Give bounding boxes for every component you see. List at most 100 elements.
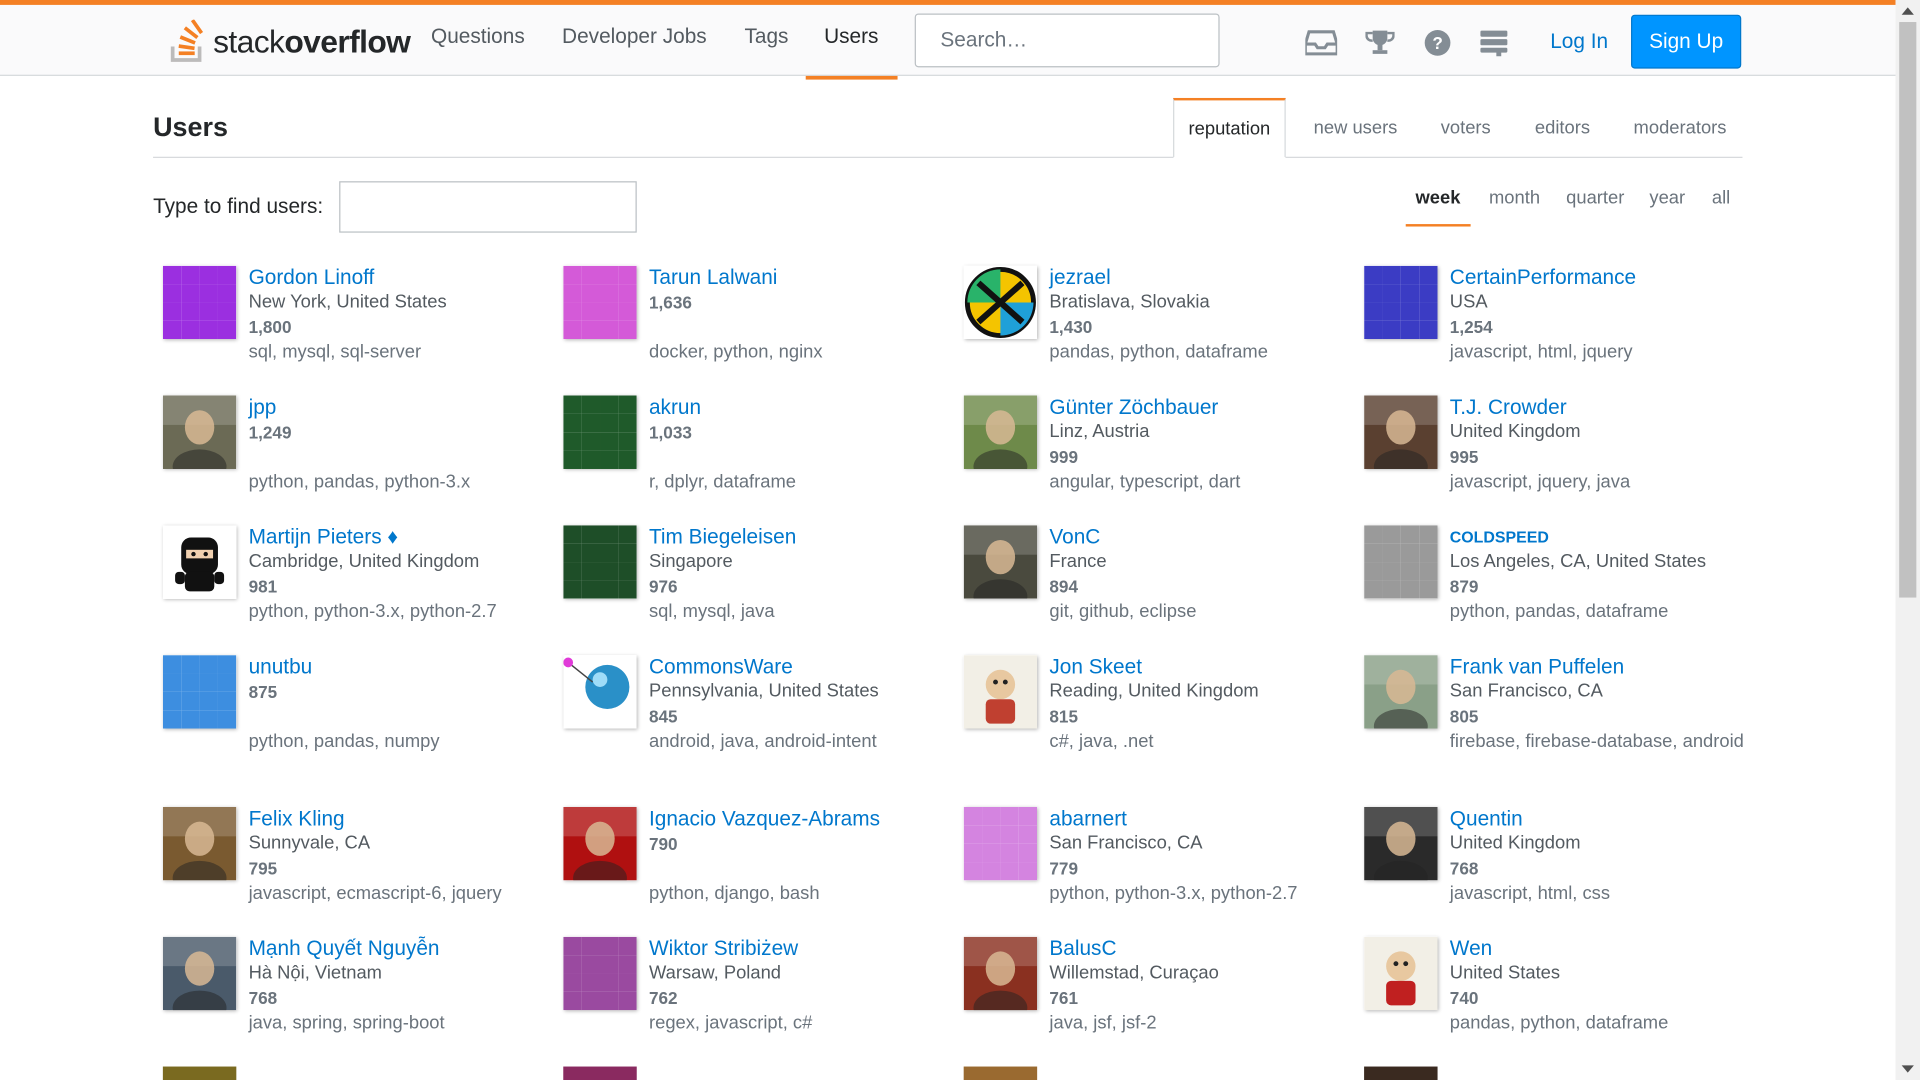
- user-location: Cambridge, United Kingdom: [248, 551, 480, 572]
- user-name-link[interactable]: Quentin: [1450, 807, 1762, 831]
- user-location: Los Angeles, CA, United States: [1449, 551, 1707, 572]
- scroll-down-arrow-icon[interactable]: [1901, 1065, 1914, 1073]
- user-name-link[interactable]: Wiktor Stribiżew: [649, 937, 961, 961]
- trophy-icon[interactable]: [1364, 27, 1396, 59]
- search-input[interactable]: [914, 13, 1220, 68]
- period-week[interactable]: week: [1405, 187, 1471, 227]
- user-avatar[interactable]: [1364, 936, 1438, 1011]
- user-name-link[interactable]: CommonsWare: [649, 655, 961, 679]
- user-avatar-partial[interactable]: [963, 1066, 1038, 1080]
- user-avatar[interactable]: [563, 936, 637, 1011]
- period-month[interactable]: month: [1479, 187, 1550, 226]
- user-name-link[interactable]: Wen: [1450, 937, 1762, 961]
- user-tags: pandas, python, dataframe: [1449, 1012, 1669, 1034]
- user-reputation: 790: [648, 833, 678, 854]
- user-name-link[interactable]: Felix Kling: [249, 807, 561, 831]
- user-avatar[interactable]: [162, 806, 237, 881]
- user-avatar[interactable]: [963, 395, 1038, 469]
- tab-reputation[interactable]: reputation: [1173, 97, 1286, 158]
- tab-moderators[interactable]: moderators: [1619, 98, 1741, 158]
- user-avatar[interactable]: [963, 806, 1038, 881]
- user-avatar[interactable]: [1364, 525, 1438, 599]
- user-name-link[interactable]: BalusC: [1049, 937, 1361, 961]
- user-reputation: 1,033: [648, 422, 692, 443]
- user-name-link[interactable]: Ignacio Vazquez-Abrams: [649, 807, 961, 831]
- site-switcher-icon[interactable]: [1478, 27, 1510, 59]
- user-avatar[interactable]: [162, 936, 237, 1011]
- user-name-link[interactable]: CertainPerformance: [1450, 266, 1762, 290]
- nav-active-indicator: [805, 75, 898, 80]
- nav-developer-jobs[interactable]: Developer Jobs: [562, 24, 707, 48]
- scroll-up-arrow-icon[interactable]: [1901, 7, 1914, 15]
- login-link[interactable]: Log In: [1540, 24, 1617, 58]
- signup-button[interactable]: Sign Up: [1631, 14, 1742, 69]
- user-avatar[interactable]: [563, 655, 637, 729]
- user-avatar[interactable]: [162, 525, 237, 599]
- user-avatar[interactable]: [963, 655, 1038, 729]
- user-name-link[interactable]: Gordon Linoff: [249, 266, 561, 290]
- user-details: Gordon Linoff New York, United States 1,80…: [249, 266, 561, 364]
- user-avatar[interactable]: [563, 395, 637, 469]
- user-tags: git, github, eclipse: [1049, 601, 1197, 623]
- user-avatar-partial[interactable]: [563, 1066, 637, 1080]
- user-name-link[interactable]: jpp: [249, 396, 561, 420]
- period-all[interactable]: all: [1702, 187, 1740, 226]
- user-name-link[interactable]: Frank van Puffelen: [1450, 655, 1762, 679]
- user-reputation: 761: [1049, 988, 1078, 1008]
- user-name-link[interactable]: Günter Zöchbauer: [1049, 396, 1361, 420]
- user-avatar[interactable]: [162, 655, 237, 729]
- user-name-link[interactable]: jezrael: [1049, 266, 1361, 290]
- logo-text: stackoverflow: [213, 23, 411, 61]
- user-avatar[interactable]: [1364, 806, 1438, 881]
- page: stackoverflow Questions Developer Jobs T…: [0, 0, 1920, 1080]
- period-year[interactable]: year: [1640, 187, 1695, 226]
- scrollbar-thumb[interactable]: [1899, 22, 1917, 598]
- scrollbar[interactable]: [1895, 0, 1920, 1080]
- nav-users[interactable]: Users: [824, 24, 878, 48]
- user-name-link[interactable]: COLDSPEED: [1450, 525, 1762, 549]
- help-icon[interactable]: ?: [1422, 27, 1454, 59]
- user-avatar[interactable]: [963, 525, 1038, 599]
- user-avatar[interactable]: [563, 265, 637, 340]
- user-details: Ignacio Vazquez-Abrams 790 python, django,…: [649, 807, 961, 905]
- find-users-input[interactable]: [339, 181, 637, 233]
- user-avatar[interactable]: [963, 265, 1038, 340]
- period-quarter[interactable]: quarter: [1556, 187, 1634, 226]
- nav-tags[interactable]: Tags: [744, 24, 788, 48]
- user-details: Günter Zöchbauer Linz, Austria 999 angular,…: [1049, 396, 1361, 494]
- user-reputation: 768: [248, 988, 278, 1008]
- user-name-link[interactable]: abarnert: [1049, 807, 1361, 831]
- user-details: Jon Skeet Reading, United Kingdom 815 c#, j…: [1049, 655, 1361, 753]
- user-avatar[interactable]: [563, 806, 637, 881]
- tab-editors[interactable]: editors: [1521, 98, 1604, 158]
- user-avatar[interactable]: [162, 395, 237, 469]
- user-name-link[interactable]: T.J. Crowder: [1450, 396, 1762, 420]
- user-name-link[interactable]: Jon Skeet: [1049, 655, 1361, 679]
- user-avatar[interactable]: [563, 525, 637, 599]
- user-avatar[interactable]: [1364, 395, 1438, 469]
- user-name-link[interactable]: Tim Biegeleisen: [649, 525, 961, 549]
- user-name-link[interactable]: VonC: [1049, 525, 1361, 549]
- user-avatar[interactable]: [162, 265, 237, 340]
- tab-voters[interactable]: voters: [1425, 98, 1506, 158]
- user-tags: c#, java, .net: [1049, 731, 1154, 752]
- user-avatar-partial[interactable]: [1364, 1066, 1438, 1080]
- user-avatar[interactable]: [1364, 655, 1438, 729]
- user-tags: python, pandas, numpy: [248, 731, 440, 752]
- user-location: Willemstad, Curaçao: [1049, 962, 1219, 984]
- user-location: Pennsylvania, United States: [648, 680, 879, 702]
- tab-new-users[interactable]: new users: [1300, 98, 1410, 158]
- user-avatar[interactable]: [963, 936, 1038, 1011]
- nav-questions[interactable]: Questions: [431, 24, 525, 48]
- user-avatar-partial[interactable]: [162, 1066, 237, 1080]
- user-name-link[interactable]: Mạnh Quyết Nguyễn: [249, 937, 561, 961]
- user-name-link[interactable]: unutbu: [249, 655, 561, 679]
- user-name-link[interactable]: Martijn Pieters ♦: [249, 525, 561, 549]
- stackoverflow-logo[interactable]: stackoverflow: [169, 17, 411, 66]
- user-reputation: 1,249: [248, 422, 292, 443]
- user-tags: sql, mysql, java: [648, 601, 775, 623]
- user-avatar[interactable]: [1364, 265, 1438, 340]
- inbox-icon[interactable]: [1305, 27, 1338, 59]
- user-name-link[interactable]: akrun: [649, 396, 961, 420]
- user-name-link[interactable]: Tarun Lalwani: [649, 266, 961, 290]
